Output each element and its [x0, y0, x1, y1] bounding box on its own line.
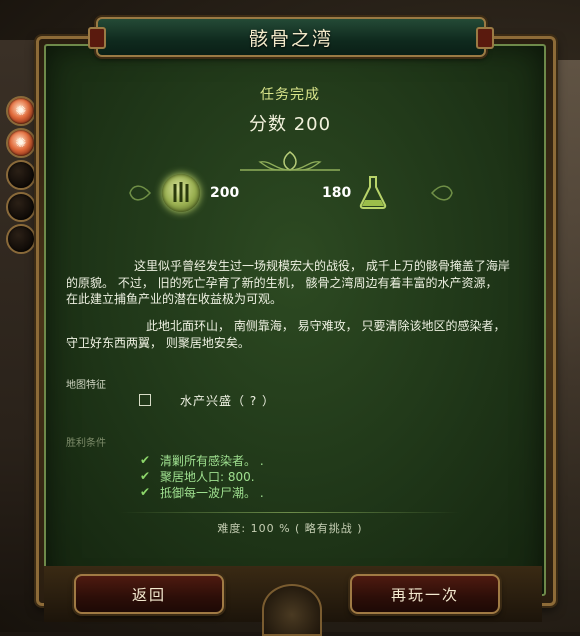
map-feature-item: 水产兴盛（ ? ）	[180, 394, 275, 408]
checkmark-icon: ✔	[140, 485, 151, 499]
leaf-flourish-left-icon	[129, 185, 152, 201]
wood-value: 200	[210, 185, 240, 201]
condition-text: 抵御每一波尸潮。 .	[160, 485, 264, 500]
condition-item: ✔ 聚居地人口: 800.	[140, 468, 440, 484]
victory-conditions-list: ✔ 清剿所有感染者。 . ✔ 聚居地人口: 800. ✔ 抵御每一波尸潮。 .	[140, 452, 440, 500]
condition-item: ✔ 抵御每一波尸潮。 .	[140, 484, 440, 500]
map-features-label: 地图特征	[66, 380, 106, 391]
checkmark-icon: ✔	[140, 453, 151, 467]
mission-description-2: 此地北面环山， 南侧靠海， 易守难攻， 只要清除该地区的感染者， 守卫好东西两翼…	[66, 319, 510, 350]
dialog-title: 骸骨之湾	[248, 27, 333, 50]
flask-value: 180	[322, 185, 352, 201]
gear-icon	[262, 584, 322, 636]
mission-description-1: 这里似乎曾经发生过一场规模宏大的战役， 成千上万的骸骨掩盖了海岸的原貌。 不过，…	[66, 259, 510, 306]
leaf-flourish-right-icon	[430, 185, 453, 201]
play-again-button[interactable]: 再玩一次	[350, 574, 500, 614]
resource-row: 200 180	[126, 172, 456, 216]
feature-checkbox[interactable]	[139, 394, 151, 406]
condition-item: ✔ 清剿所有感染者。 .	[140, 452, 440, 468]
difficulty-text: 难度: 100 % ( 略有挑战 )	[217, 522, 363, 535]
condition-text: 清剿所有感染者。 .	[160, 453, 264, 468]
score-label: 分数	[248, 114, 287, 135]
back-button[interactable]: 返回	[74, 574, 224, 614]
title-bar: 骸骨之湾	[88, 17, 494, 57]
checkmark-icon: ✔	[140, 469, 151, 483]
score-line: 分数 200	[0, 110, 580, 136]
divider	[120, 512, 460, 513]
medallion-empty-2[interactable]	[6, 192, 36, 222]
flask-icon	[359, 176, 387, 209]
medallion-empty-3[interactable]	[6, 224, 36, 254]
medallion-empty-1[interactable]	[6, 160, 36, 190]
condition-text: 聚居地人口: 800.	[160, 469, 255, 484]
mission-status: 任务完成	[260, 87, 320, 103]
score-value: 200	[293, 114, 332, 135]
wood-icon	[162, 174, 200, 212]
victory-conditions-label: 胜利条件	[66, 438, 106, 449]
